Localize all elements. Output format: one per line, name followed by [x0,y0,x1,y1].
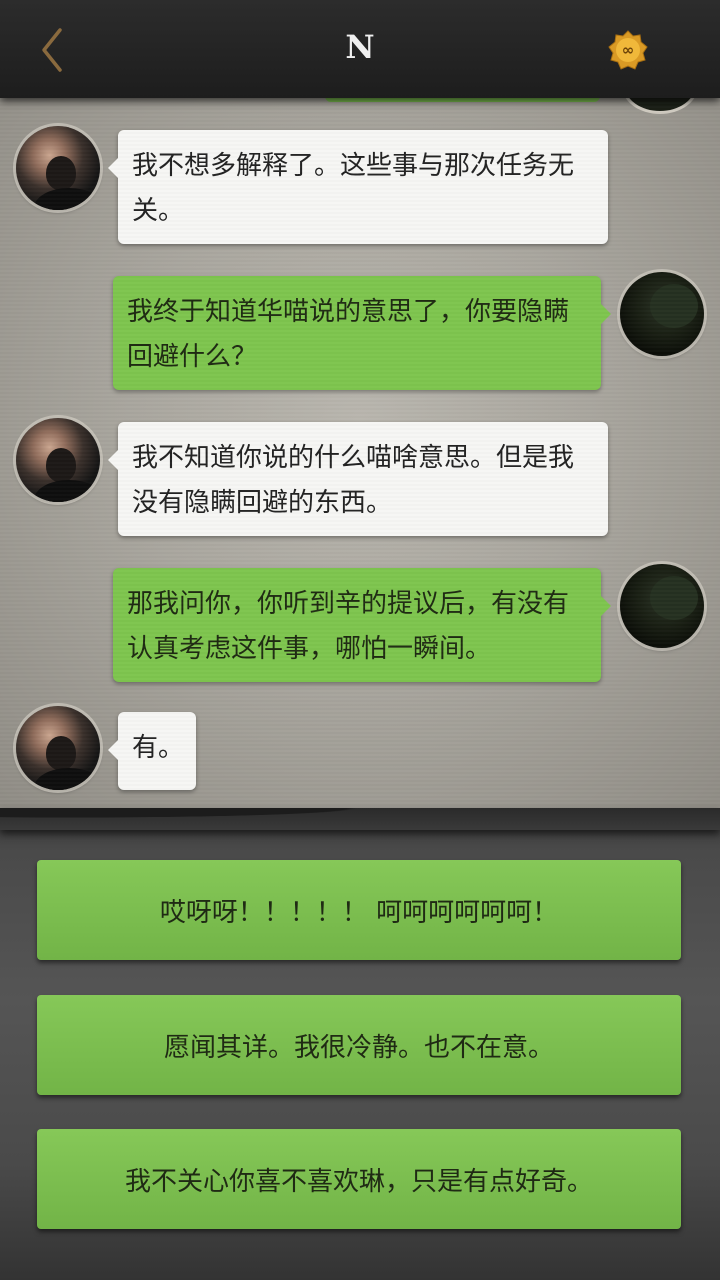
reply-option-button[interactable]: 我不关心你喜不喜欢琳，只是有点好奇。 [37,1129,681,1229]
reply-option-button[interactable]: 愿闻其详。我很冷静。也不在意。 [37,995,681,1095]
player-message-text: 那我问你，你听到辛的提议后，有没有认真考虑这件事，哪怕一瞬间。 [113,568,611,682]
npc-message-text: 我不想多解释了。这些事与那次任务无关。 [108,130,608,244]
reply-option-button[interactable]: 哎呀呀！！！！！ 呵呵呵呵呵呵！ [37,860,681,960]
npc-message-text: 有。 [108,712,196,790]
player-avatar[interactable] [620,564,704,648]
npc-avatar[interactable] [16,706,100,790]
npc-message-text: 我不知道你说的什么喵啥意思。但是我没有隐瞒回避的东西。 [108,422,608,536]
previous-player-avatar [622,98,698,114]
reply-options-panel: 哎呀呀！！！！！ 呵呵呵呵呵呵！ 愿闻其详。我很冷静。也不在意。 我不关心你喜不… [0,808,720,1280]
chat-area[interactable]: 我不想多解释了。这些事与那次任务无关。 我终于知道华喵说的意思了，你要隐瞒回避什… [0,98,720,814]
infinity-badge-button[interactable]: ∞ [608,30,648,70]
npc-avatar[interactable] [16,418,100,502]
npc-avatar[interactable] [16,126,100,210]
top-bar: N ∞ [0,0,720,98]
player-message-text: 我终于知道华喵说的意思了，你要隐瞒回避什么？ [113,276,611,390]
previous-player-bubble [325,98,600,102]
infinity-badge-icon: ∞ [608,30,648,70]
svg-text:∞: ∞ [622,41,635,59]
panel-divider [0,808,720,830]
player-avatar[interactable] [620,272,704,356]
